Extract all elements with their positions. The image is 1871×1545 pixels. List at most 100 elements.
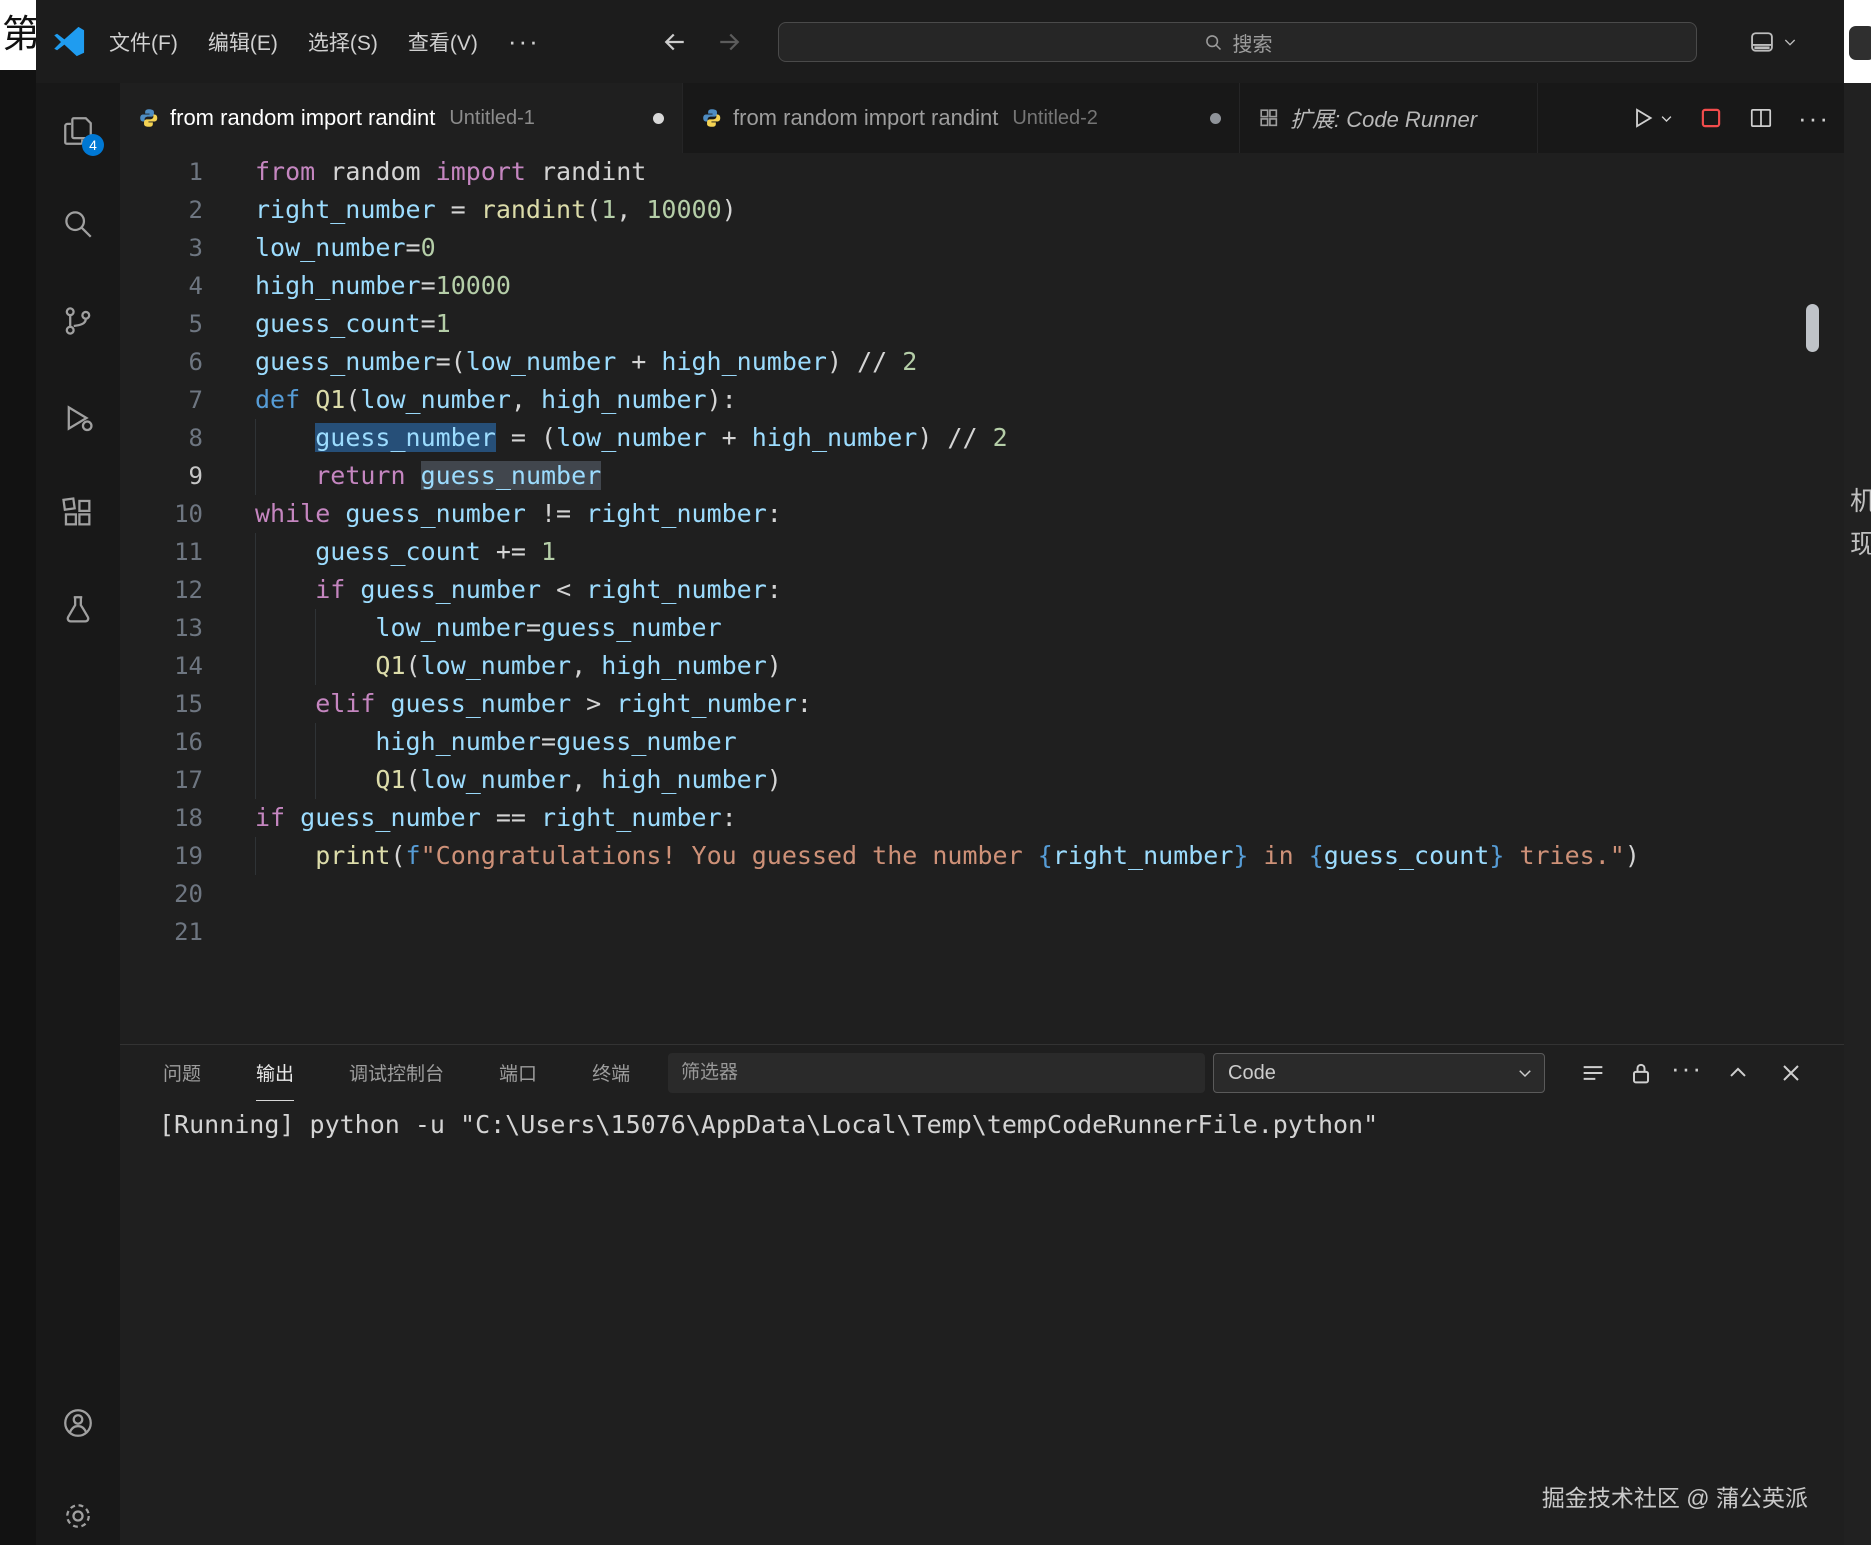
panel-more-actions-icon[interactable]: ···	[1671, 1053, 1699, 1081]
line-number[interactable]: 21	[120, 913, 255, 951]
layout-icon[interactable]	[1748, 28, 1776, 56]
line-number[interactable]: 3	[120, 229, 255, 267]
code-line[interactable]: guess_number = (low_number + high_number…	[255, 419, 1844, 457]
line-number[interactable]: 11	[120, 533, 255, 571]
code-line[interactable]: elif guess_number > right_number:	[255, 685, 1844, 723]
tab-untitled-2[interactable]: from random import randint Untitled-2	[683, 83, 1240, 153]
code-token	[255, 575, 315, 604]
code-editor[interactable]: 123456789101112131415161718192021 from r…	[120, 153, 1844, 1044]
line-number[interactable]: 7	[120, 381, 255, 419]
code-token: :	[767, 575, 782, 604]
code-token	[345, 575, 360, 604]
code-line[interactable]	[255, 913, 1844, 951]
line-number[interactable]: 5	[120, 305, 255, 343]
line-number[interactable]: 1	[120, 153, 255, 191]
code-line[interactable]: def Q1(low_number, high_number):	[255, 381, 1844, 419]
code-line[interactable]: guess_count += 1	[255, 533, 1844, 571]
panel-tab-output[interactable]: 输出	[256, 1045, 294, 1101]
line-number[interactable]: 18	[120, 799, 255, 837]
split-editor-icon[interactable]	[1748, 105, 1774, 131]
more-actions-icon[interactable]: ···	[1798, 103, 1830, 134]
code-line[interactable]: if guess_number == right_number:	[255, 799, 1844, 837]
maximize-panel-icon[interactable]	[1724, 1059, 1752, 1087]
code-token: }	[1233, 841, 1248, 870]
line-number[interactable]: 16	[120, 723, 255, 761]
code-line[interactable]: while guess_number != right_number:	[255, 495, 1844, 533]
gutter[interactable]: 123456789101112131415161718192021	[120, 153, 255, 951]
line-number[interactable]: 6	[120, 343, 255, 381]
line-number[interactable]: 9	[120, 457, 255, 495]
extensions-icon[interactable]	[61, 496, 95, 530]
menu-file[interactable]: 文件(F)	[96, 19, 191, 65]
settings-gear-icon[interactable]	[61, 1499, 95, 1533]
line-number[interactable]: 20	[120, 875, 255, 913]
line-number[interactable]: 12	[120, 571, 255, 609]
run-code-button[interactable]	[1630, 105, 1674, 131]
panel-tab-terminal[interactable]: 终端	[592, 1045, 630, 1101]
line-number[interactable]: 10	[120, 495, 255, 533]
tab-untitled-1[interactable]: from random import randint Untitled-1	[120, 83, 683, 153]
code-line[interactable]: Q1(low_number, high_number)	[255, 647, 1844, 685]
run-debug-icon[interactable]	[61, 401, 95, 435]
modified-dot-icon[interactable]	[653, 113, 664, 124]
code-line[interactable]: low_number=guess_number	[255, 609, 1844, 647]
menu-more-icon[interactable]: ···	[495, 18, 553, 65]
output-filter-input[interactable]	[668, 1053, 1205, 1093]
code-line[interactable]: guess_number=(low_number + high_number) …	[255, 343, 1844, 381]
code-line[interactable]: if guess_number < right_number:	[255, 571, 1844, 609]
line-number[interactable]: 8	[120, 419, 255, 457]
code-token: 10000	[646, 195, 721, 224]
menu-edit[interactable]: 编辑(E)	[195, 19, 291, 65]
code-token: =	[406, 233, 421, 262]
chevron-down-icon[interactable]	[1782, 34, 1798, 50]
code-line[interactable]: print(f"Congratulations! You guessed the…	[255, 837, 1844, 875]
code-line[interactable]: right_number = randint(1, 10000)	[255, 191, 1844, 229]
code-token: randint	[526, 157, 646, 186]
explorer-icon[interactable]: 4	[61, 114, 95, 148]
close-panel-icon[interactable]	[1777, 1059, 1805, 1087]
code-line[interactable]: guess_count=1	[255, 305, 1844, 343]
panel-tab-problems[interactable]: 问题	[163, 1045, 201, 1101]
modified-dot-icon[interactable]	[1210, 113, 1221, 124]
output-channel-value: Code	[1214, 1062, 1276, 1085]
search-view-icon[interactable]	[61, 207, 95, 241]
title-bar: 文件(F) 编辑(E) 选择(S) 查看(V) ··· 搜索	[36, 0, 1844, 83]
code-line[interactable]: high_number=10000	[255, 267, 1844, 305]
scroll-lock-icon[interactable]	[1627, 1059, 1655, 1087]
code-line[interactable]: high_number=guess_number	[255, 723, 1844, 761]
command-center-search[interactable]: 搜索	[778, 22, 1697, 62]
output-channel-select[interactable]: Code	[1213, 1053, 1545, 1093]
code-line[interactable]	[255, 875, 1844, 913]
line-number[interactable]: 15	[120, 685, 255, 723]
code-line[interactable]: from random import randint	[255, 153, 1844, 191]
panel-tab-debug-console[interactable]: 调试控制台	[349, 1045, 444, 1101]
code-lines[interactable]: from random import randintright_number =…	[255, 153, 1844, 951]
menu-view[interactable]: 查看(V)	[395, 19, 491, 65]
line-number[interactable]: 13	[120, 609, 255, 647]
code-token: guess_number	[391, 689, 572, 718]
line-number[interactable]: 4	[120, 267, 255, 305]
tab-code-runner-extension[interactable]: 扩展: Code Runner	[1240, 83, 1538, 153]
navigate-back-icon[interactable]	[660, 0, 690, 83]
sash-handle[interactable]	[1806, 304, 1819, 352]
line-number[interactable]: 17	[120, 761, 255, 799]
code-token: //	[842, 347, 902, 376]
stop-button[interactable]	[1698, 105, 1724, 131]
menu-selection[interactable]: 选择(S)	[295, 19, 391, 65]
navigate-forward-icon[interactable]	[714, 0, 744, 83]
account-icon[interactable]	[61, 1406, 95, 1440]
output-lines-icon[interactable]	[1579, 1059, 1607, 1087]
code-token: low_number	[466, 347, 617, 376]
code-line[interactable]: low_number=0	[255, 229, 1844, 267]
line-number[interactable]: 2	[120, 191, 255, 229]
background-text-fragment: 第	[0, 0, 36, 70]
panel-tab-ports[interactable]: 端口	[499, 1045, 537, 1101]
line-number[interactable]: 19	[120, 837, 255, 875]
line-number[interactable]: 14	[120, 647, 255, 685]
code-line[interactable]: Q1(low_number, high_number)	[255, 761, 1844, 799]
source-control-icon[interactable]	[61, 304, 95, 338]
run-dropdown-chevron-icon[interactable]	[1659, 111, 1674, 126]
code-token: (	[406, 765, 421, 794]
code-line[interactable]: return guess_number	[255, 457, 1844, 495]
testing-icon[interactable]	[61, 593, 95, 627]
